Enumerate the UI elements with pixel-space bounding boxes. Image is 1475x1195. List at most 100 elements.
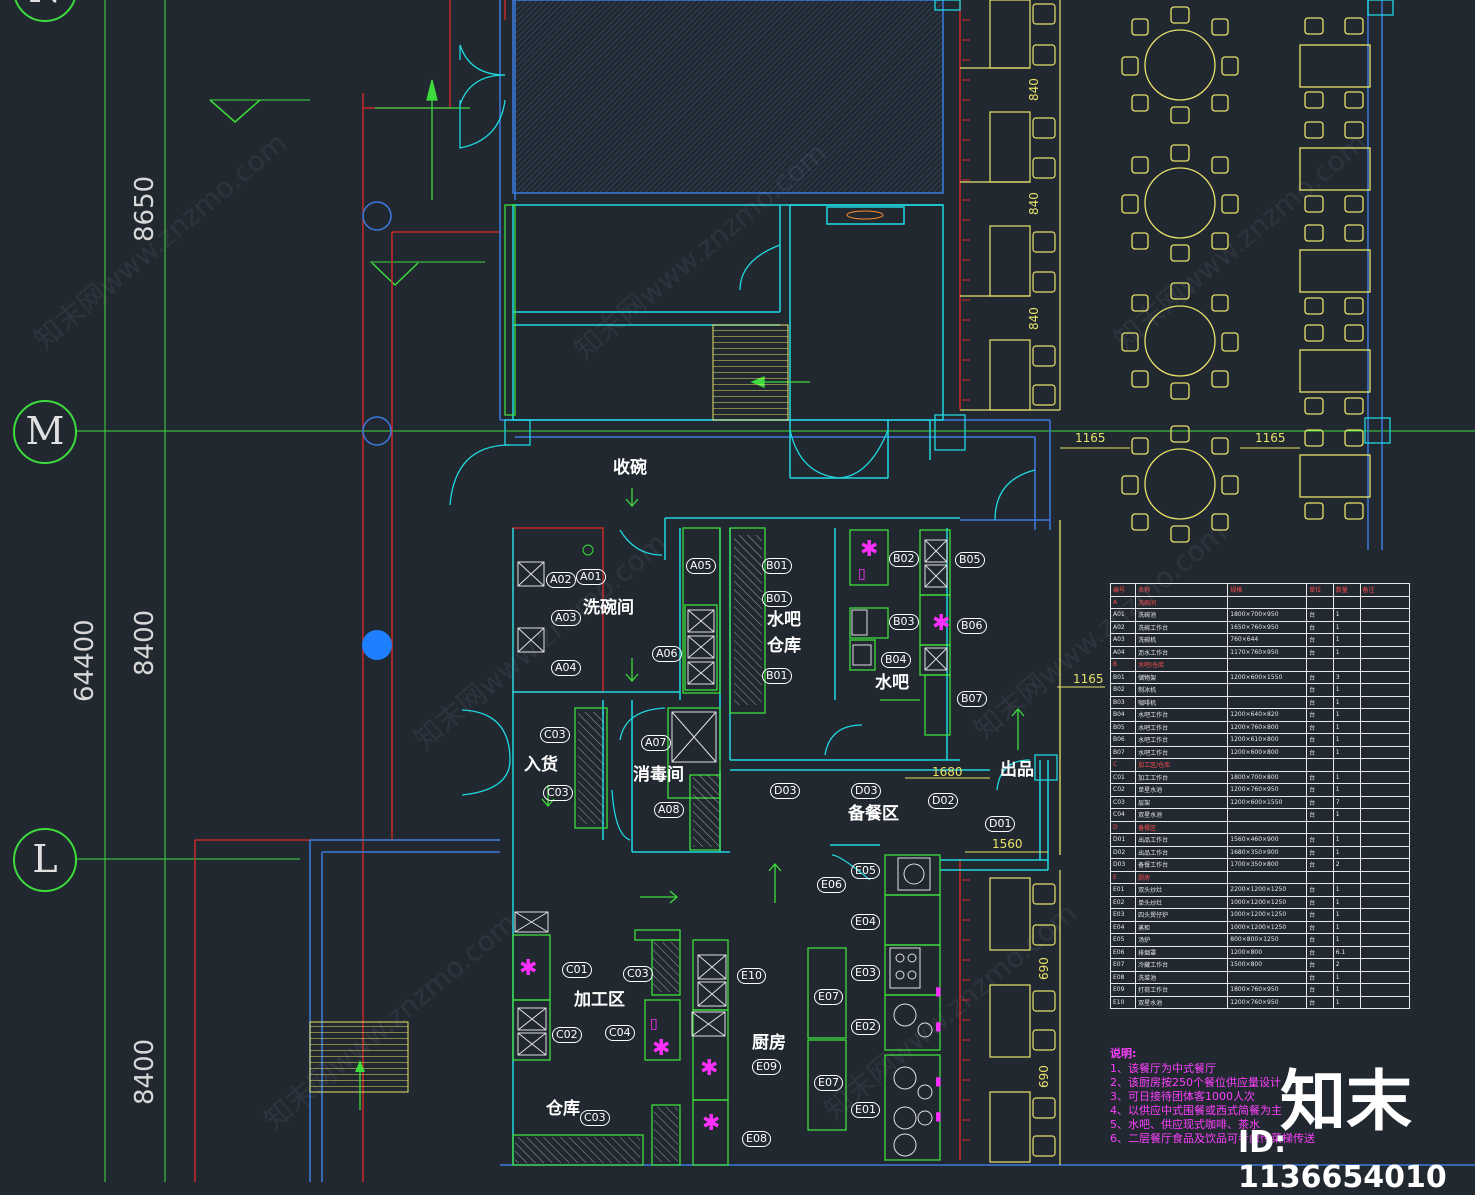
spec-row: E03 四头煲仔炉 1000×1200×1250 台 1	[1109, 908, 1411, 922]
spec-cell: 出品工作台	[1135, 833, 1229, 847]
spec-cell: 1800×760×950	[1227, 983, 1308, 997]
spec-row: A03 洗碗机 760×644 台 1	[1109, 633, 1411, 647]
spec-cell	[1227, 658, 1308, 672]
spec-cell: 台	[1306, 795, 1334, 809]
spec-cell: 冷藏工作台	[1135, 958, 1229, 972]
spec-cell: 台	[1306, 920, 1334, 934]
spec-cell	[1306, 820, 1334, 834]
spec-row: A01 洗碗池 1800×700×950 台 1	[1109, 608, 1411, 622]
spec-cell: 1800×700×800	[1227, 770, 1308, 784]
tag-c03-d: C03	[580, 1110, 610, 1126]
spec-cell: 1	[1332, 983, 1361, 997]
spec-cell	[1359, 995, 1411, 1009]
spec-cell: C04	[1109, 808, 1137, 822]
tag-b01-top: B01	[762, 558, 792, 574]
spec-row: A04 沥水工作台 1170×760×950 台 1	[1109, 645, 1411, 659]
spec-cell: 1	[1332, 933, 1361, 947]
tag-c04: C04	[605, 1025, 635, 1041]
spec-cell: 规格	[1227, 583, 1308, 597]
spec-cell: 6.1	[1332, 945, 1361, 959]
spec-cell	[1359, 958, 1411, 972]
tag-e03: E03	[851, 965, 880, 981]
spec-cell: 台	[1306, 745, 1334, 759]
spec-cell	[1359, 733, 1411, 747]
spec-cell	[1332, 870, 1361, 884]
dim-1165-right: 1165	[1255, 431, 1286, 445]
spec-cell	[1359, 883, 1411, 897]
spec-cell: B07	[1109, 745, 1137, 759]
tag-c03-c: C03	[623, 966, 653, 982]
spec-row: E08 洗菜池 台 1	[1109, 970, 1411, 984]
spec-cell: 备注	[1359, 583, 1411, 597]
spec-cell: 1	[1332, 833, 1361, 847]
notes-line-3: 3、可日接待团体客1000人次	[1110, 1090, 1255, 1103]
room-beicanqu: 备餐区	[848, 804, 899, 824]
svg-text:▯: ▯	[858, 566, 866, 582]
spec-cell: 1170×760×950	[1227, 645, 1308, 659]
spec-cell	[1359, 820, 1411, 834]
spec-cell: D02	[1109, 845, 1137, 859]
spec-cell: 台	[1306, 958, 1334, 972]
spec-cell: 1	[1332, 745, 1361, 759]
spec-cell	[1359, 595, 1411, 609]
spec-cell: 2200×1200×1250	[1227, 883, 1308, 897]
tag-b05: B05	[955, 552, 985, 568]
spec-cell: 备餐工作台	[1135, 858, 1229, 872]
spec-cell: 单星水池	[1135, 783, 1229, 797]
spec-cell	[1359, 920, 1411, 934]
spec-cell: 出品工作台	[1135, 845, 1229, 859]
spec-cell: 1000×1200×1250	[1227, 908, 1308, 922]
spec-cell: D03	[1109, 858, 1137, 872]
spec-cell: 储物架	[1135, 670, 1229, 684]
room-jiagongqu: 加工区	[574, 990, 625, 1010]
spec-row: E05 汤炉 800×800×1250 台 1	[1109, 933, 1411, 947]
spec-cell: 咖啡机	[1135, 695, 1229, 709]
spec-cell: 四头煲仔炉	[1135, 908, 1229, 922]
spec-cell: 1	[1332, 920, 1361, 934]
tag-c03-a: C03	[540, 727, 570, 743]
spec-cell	[1359, 858, 1411, 872]
tag-e04: E04	[851, 914, 880, 930]
spec-cell: 水吧/仓库	[1135, 658, 1229, 672]
tag-b03: B03	[889, 614, 919, 630]
tag-a05: A05	[686, 558, 716, 574]
spec-cell: 台	[1306, 733, 1334, 747]
spec-row: C 加工区/仓库	[1109, 758, 1411, 772]
spec-row: B03 咖啡机 台 1	[1109, 695, 1411, 709]
spec-cell	[1359, 745, 1411, 759]
spec-row: C01 加工工作台 1800×700×800 台 1	[1109, 770, 1411, 784]
tag-a06: A06	[652, 646, 682, 662]
spec-row: C04 双星水池 台 1	[1109, 808, 1411, 822]
spec-row: D03 备餐工作台 1700×350×800 台 2	[1109, 858, 1411, 872]
spec-cell	[1359, 895, 1411, 909]
spec-cell: 1200×600×800	[1227, 745, 1308, 759]
spec-cell: E04	[1109, 920, 1137, 934]
spec-cell	[1227, 820, 1308, 834]
spec-cell: 1	[1332, 883, 1361, 897]
spec-cell	[1306, 870, 1334, 884]
spec-row: E02 单头炒灶 1000×1200×1250 台 1	[1109, 895, 1411, 909]
spec-cell: 1800×700×950	[1227, 608, 1308, 622]
spec-cell: 台	[1306, 783, 1334, 797]
svg-text:▯: ▯	[650, 1016, 658, 1032]
spec-cell: 洗碗机	[1135, 633, 1229, 647]
spec-cell: E03	[1109, 908, 1137, 922]
spec-row: E06 排烟罩 1200×800 台 6.1	[1109, 945, 1411, 959]
rect-tables	[1299, 17, 1371, 520]
svg-text:✱: ✱	[932, 611, 950, 636]
spec-cell: 层架	[1135, 795, 1229, 809]
spec-cell: 1000×1200×1250	[1227, 920, 1308, 934]
spec-cell: B04	[1109, 708, 1137, 722]
notes-line-4: 4、以供应中式围餐或西式简餐为主	[1110, 1104, 1282, 1117]
dim-690-1: 690	[1037, 957, 1051, 980]
tag-e02: E02	[851, 1019, 880, 1035]
spec-cell	[1359, 695, 1411, 709]
spec-cell: 1650×760×950	[1227, 620, 1308, 634]
tag-e06: E06	[817, 877, 846, 893]
spec-cell: E01	[1109, 883, 1137, 897]
spec-cell: 台	[1306, 945, 1334, 959]
dim-1560: 1560	[992, 837, 1023, 851]
spec-cell: 1200×760×950	[1227, 783, 1308, 797]
room-shuiba: 水吧	[875, 673, 909, 693]
grid-bubble-l: L	[13, 828, 77, 892]
